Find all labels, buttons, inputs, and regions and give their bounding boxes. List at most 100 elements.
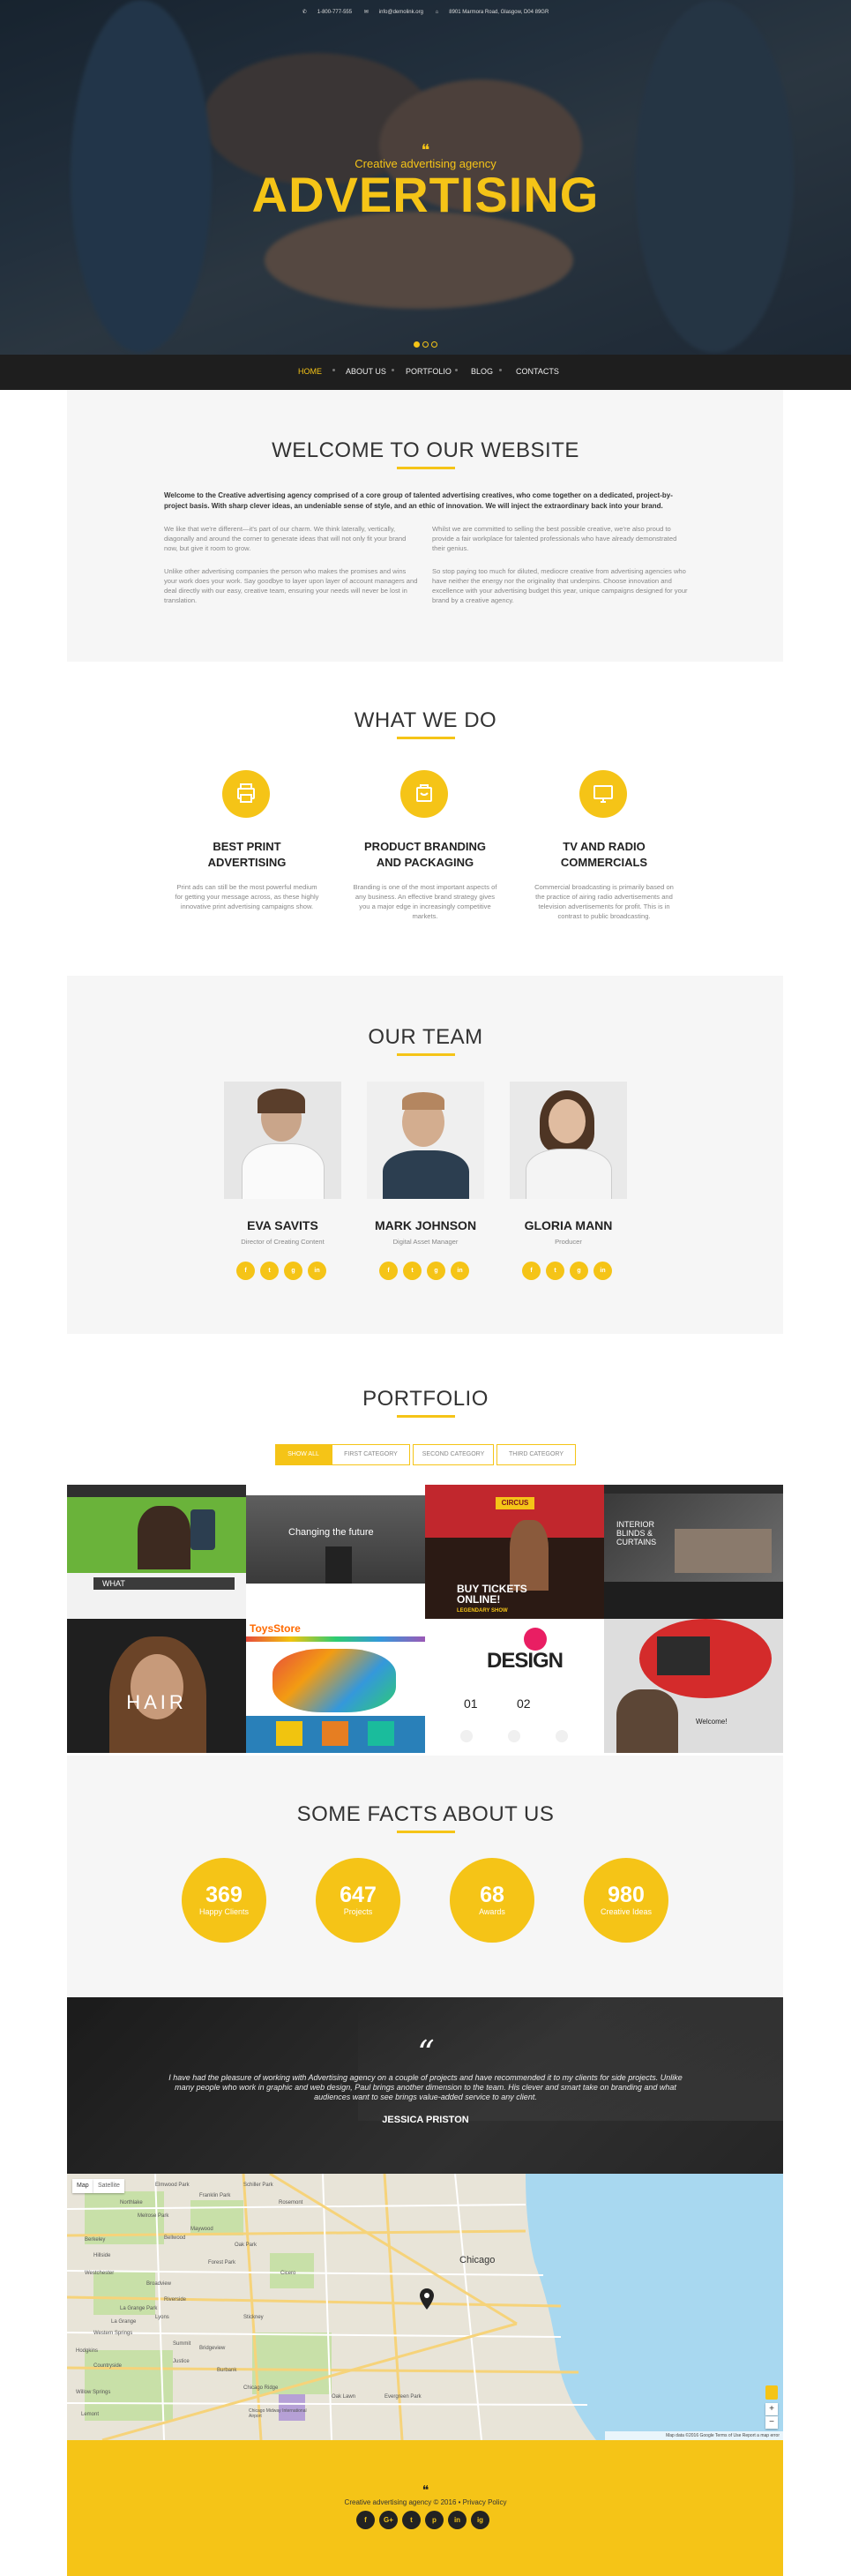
nav-portfolio[interactable]: PORTFOLIO <box>406 367 452 376</box>
tile-headline: HAIR <box>126 1691 187 1713</box>
package-icon <box>416 784 432 802</box>
mock-header <box>246 1485 425 1495</box>
slider-dot-1[interactable] <box>414 341 420 348</box>
twitter-icon[interactable]: t <box>546 1262 564 1280</box>
quote-icon: “ <box>417 2033 435 2072</box>
linkedin-icon[interactable]: in <box>308 1262 326 1280</box>
fact-label: Creative Ideas <box>600 1907 653 1916</box>
facebook-icon[interactable]: f <box>522 1262 541 1280</box>
circle-shape <box>508 1730 520 1742</box>
map-place-label: Chicago Ridge <box>243 2385 279 2391</box>
map-type-map-button[interactable]: Map <box>72 2179 93 2193</box>
slider-dot-3[interactable] <box>431 341 437 348</box>
footer-logo-icon[interactable]: ❝ <box>414 2483 437 2497</box>
facebook-icon[interactable]: f <box>379 1262 398 1280</box>
shirt-shape <box>526 1149 612 1199</box>
team-role-3: Producer <box>555 1238 582 1246</box>
filter-first-category[interactable]: FIRST CATEGORY <box>332 1444 410 1465</box>
service-icon-circle <box>579 770 627 818</box>
topbar: ✆ 1-800-777-555 ✉ info@demolink.org ⌂ 8901 … <box>0 9 851 15</box>
form-panel <box>657 1636 710 1675</box>
circle-shape <box>556 1730 568 1742</box>
map-type-satellite-button[interactable]: Satellite <box>93 2179 124 2193</box>
map-place-label: Northlake <box>120 2200 143 2205</box>
google-plus-icon[interactable]: G+ <box>379 2511 398 2529</box>
facebook-icon[interactable]: f <box>356 2511 375 2529</box>
tile-logo: ToysStore <box>250 1622 301 1635</box>
map-place-label: Maywood <box>190 2227 213 2232</box>
twitter-icon[interactable]: t <box>403 1262 422 1280</box>
product-thumb <box>322 1721 348 1746</box>
portfolio-item-8[interactable]: Welcome! <box>604 1619 783 1753</box>
map-attribution[interactable]: Map data ©2016 Google Terms of Use Repor… <box>605 2431 783 2440</box>
google-map[interactable]: Map Satellite Chicago Elmwood Park Melro… <box>67 2174 783 2440</box>
filter-third-category[interactable]: THIRD CATEGORY <box>496 1444 576 1465</box>
location-icon: ⌂ <box>435 10 439 15</box>
zoom-out-button[interactable]: − <box>765 2416 778 2429</box>
circle-shape <box>460 1730 473 1742</box>
linkedin-icon[interactable]: in <box>448 2511 467 2529</box>
portfolio-item-2[interactable]: Changing the future <box>246 1485 425 1619</box>
nav-blog[interactable]: BLOG <box>471 367 493 376</box>
footer-copyright[interactable]: Creative advertising agency © 2016 • Pri… <box>0 2498 851 2506</box>
portfolio-item-3[interactable]: CIRCUS BUY TICKETS ONLINE! LEGENDARY SHO… <box>425 1485 604 1619</box>
map-pin-icon[interactable] <box>420 2288 434 2310</box>
facebook-icon[interactable]: f <box>236 1262 255 1280</box>
map-place-label: Lemont <box>81 2412 100 2417</box>
nav-home[interactable]: HOME <box>298 367 322 376</box>
map-place-label: Schiller Park <box>243 2183 273 2188</box>
title-underline <box>397 467 455 469</box>
fact-value: 369 <box>205 1883 243 1907</box>
service-text-1: Print ads can still be the most powerful… <box>175 883 319 910</box>
map-place-label: Western Springs <box>93 2331 133 2336</box>
phone-icon: ✆ <box>302 10 307 15</box>
map-place-label: Broadview <box>146 2281 172 2287</box>
portfolio-item-5[interactable]: HAIR <box>67 1619 246 1753</box>
mock-content <box>604 1582 783 1619</box>
nav-contacts[interactable]: CONTACTS <box>516 367 559 376</box>
google-icon[interactable]: g <box>570 1262 588 1280</box>
welcome-col2-p2: So stop paying too much for diluted, med… <box>432 567 688 604</box>
portfolio-item-7[interactable]: DESIGN 01 02 <box>425 1619 604 1753</box>
filter-show-all[interactable]: SHOW ALL <box>275 1444 332 1465</box>
linkedin-icon[interactable]: in <box>593 1262 612 1280</box>
portfolio-item-4[interactable]: INTERIOR BLINDS & CURTAINS <box>604 1485 783 1619</box>
fact-value: 68 <box>480 1883 504 1907</box>
fact-label: Happy Clients <box>198 1907 250 1916</box>
filter-second-category[interactable]: SECOND CATEGORY <box>413 1444 494 1465</box>
service-title-1: BEST PRINT ADVERTISING <box>172 839 322 871</box>
phone-shape <box>190 1509 215 1550</box>
pinterest-icon[interactable]: p <box>425 2511 444 2529</box>
map-city-label: Chicago <box>459 2255 496 2265</box>
linkedin-icon[interactable]: in <box>451 1262 469 1280</box>
tile-banner: WHAT <box>93 1577 235 1590</box>
zoom-in-button[interactable]: + <box>765 2403 778 2415</box>
sofa-shape <box>675 1529 772 1573</box>
fact-awards: 68 Awards <box>450 1858 534 1943</box>
slider-dot-2[interactable] <box>422 341 429 348</box>
map-place-label: Bridgeview <box>199 2346 226 2351</box>
suit-shape <box>325 1546 352 1584</box>
portfolio-item-6[interactable]: ToysStore <box>246 1619 425 1753</box>
portfolio-item-1[interactable]: WHAT <box>67 1485 246 1619</box>
shirt-shape <box>383 1150 469 1199</box>
pegman-icon[interactable] <box>765 2385 778 2400</box>
twitter-icon[interactable]: t <box>260 1262 279 1280</box>
twitter-icon[interactable]: t <box>402 2511 421 2529</box>
fact-label: Awards <box>479 1907 505 1916</box>
welcome-col1-p2: Unlike other advertising companies the p… <box>164 567 418 604</box>
google-icon[interactable]: g <box>284 1262 302 1280</box>
person-shape <box>138 1506 190 1569</box>
nav-about-us[interactable]: ABOUT US <box>346 367 386 376</box>
map-place-label: Lyons <box>155 2315 169 2320</box>
team-photo-3 <box>510 1082 627 1199</box>
topbar-email[interactable]: info@demolink.org <box>379 10 423 15</box>
welcome-lead: Welcome to the Creative advertising agen… <box>164 491 673 510</box>
tile-headline: INTERIOR BLINDS & CURTAINS <box>616 1520 657 1546</box>
google-icon[interactable]: g <box>427 1262 445 1280</box>
page: ✆ 1-800-777-555 ✉ info@demolink.org ⌂ 8901 … <box>0 0 851 2576</box>
facts-section <box>67 1756 783 1997</box>
map-place-label: Burbank <box>217 2368 237 2373</box>
instagram-icon[interactable]: ig <box>471 2511 489 2529</box>
topbar-phone[interactable]: 1-800-777-555 <box>317 10 352 15</box>
